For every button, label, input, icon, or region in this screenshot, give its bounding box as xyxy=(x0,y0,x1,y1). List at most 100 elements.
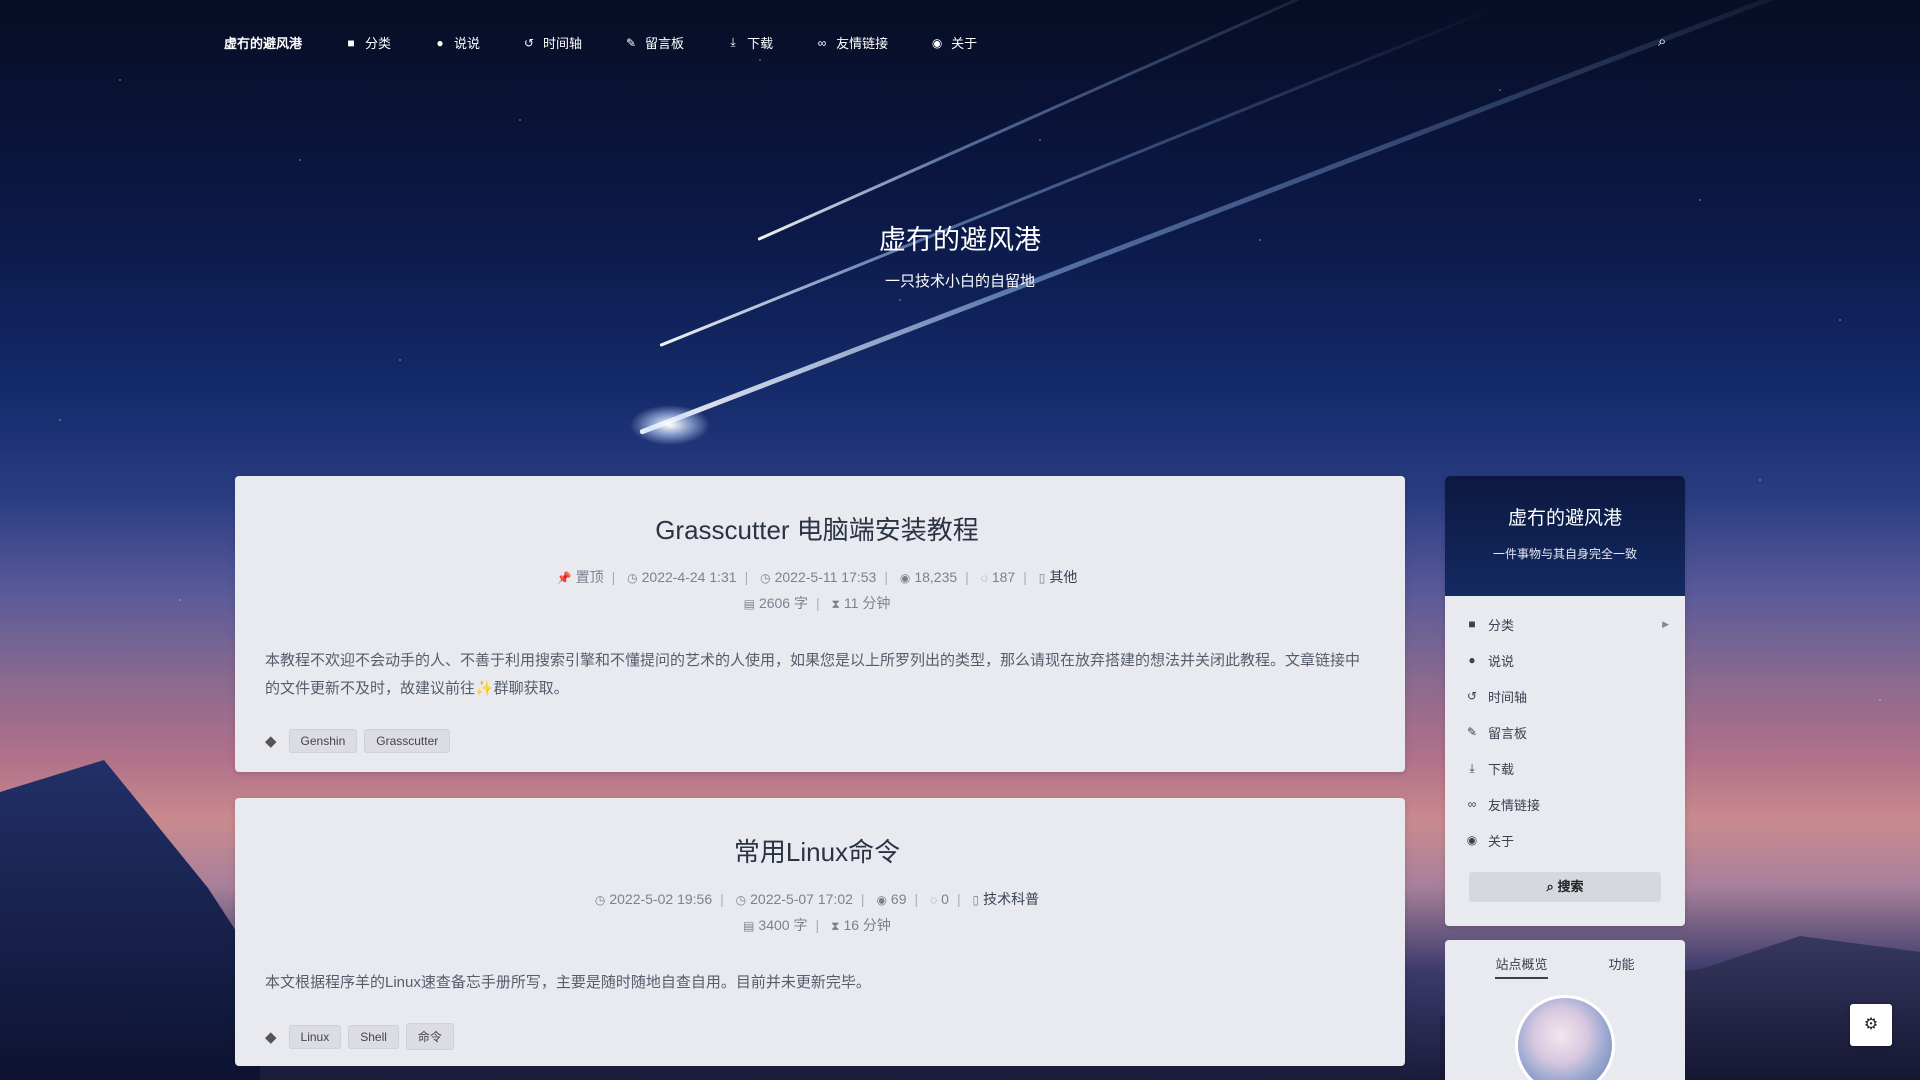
category-link[interactable]: 技术科普 xyxy=(983,887,1039,912)
meta-divider: | xyxy=(914,891,919,907)
post-tags: ◆ Linux Shell 命令 xyxy=(265,1023,1369,1050)
site-brand[interactable]: 虚冇的避风港 xyxy=(224,33,302,52)
clock-icon: ◷ xyxy=(735,893,747,907)
sidebar-item-label: 关于 xyxy=(1488,833,1515,849)
updated-date: 2022-5-11 17:53 xyxy=(774,569,877,585)
meta-divider: | xyxy=(744,569,749,585)
sidebar-menu: ■ 分类 ▶ ● 说说 ↺ 时间轴 ✎ 留言板 ⤓ 下载 ∞ 友情链接 ◉ 关于 xyxy=(1445,596,1685,858)
sidebar-item-label: 留言板 xyxy=(1488,725,1528,741)
sidebar-item-timeline[interactable]: ↺ 时间轴 xyxy=(1445,678,1685,714)
edit-icon: ✎ xyxy=(626,35,637,50)
tag[interactable]: Shell xyxy=(348,1024,399,1049)
pinned-badge: 📌 置顶 xyxy=(557,565,604,591)
nav-item-about[interactable]: ◉ 关于 xyxy=(930,33,977,52)
post-views: ◉ 18,235 xyxy=(900,565,957,591)
hero-subtitle: 一只技术小白的自留地 xyxy=(884,273,1035,290)
pinned-label: 置顶 xyxy=(575,569,604,585)
nav-menu: ■ 分类 ● 说说 ↺ 时间轴 ✎ 留言板 ⤓ 下载 ∞ 友情链接 ◉ 关于 xyxy=(344,33,1019,52)
tags-icon: ◆ xyxy=(265,1028,277,1046)
sidebar-item-label: 友情链接 xyxy=(1488,797,1541,813)
nav-item-label: 时间轴 xyxy=(543,36,583,51)
bookmark-icon: ▯ xyxy=(972,893,980,907)
user-circle-icon: ◉ xyxy=(1466,833,1478,847)
tag[interactable]: Genshin xyxy=(288,729,358,753)
word-count: 3400 字 xyxy=(758,917,808,933)
hourglass-icon: ⧗ xyxy=(831,597,840,611)
hourglass-icon: ⧗ xyxy=(831,919,840,933)
gear-icon[interactable]: ⚙ xyxy=(1850,1004,1892,1046)
meteor-head xyxy=(630,405,710,445)
tag[interactable]: Grasscutter xyxy=(364,729,451,753)
word-count: 2606 字 xyxy=(758,595,808,611)
meta-divider: | xyxy=(611,569,616,585)
nav-item-moments[interactable]: ● 说说 xyxy=(433,33,480,52)
bookmark-icon: ■ xyxy=(347,35,355,50)
meta-divider: | xyxy=(815,595,820,611)
post-category[interactable]: ▯ 其他 xyxy=(1039,565,1078,591)
tag[interactable]: Linux xyxy=(288,1024,342,1049)
tab-site-overview[interactable]: 站点概览 xyxy=(1495,954,1548,979)
comments-icon: ◌ xyxy=(930,893,938,907)
eye-icon: ◉ xyxy=(899,571,911,585)
post-category[interactable]: ▯ 技术科普 xyxy=(973,887,1040,913)
views-count: 18,235 xyxy=(914,569,958,585)
sidebar-item-guestbook[interactable]: ✎ 留言板 xyxy=(1445,714,1685,750)
meta-divider: | xyxy=(956,891,961,907)
sidebar-item-download[interactable]: ⤓ 下载 xyxy=(1445,750,1685,786)
tab-functions[interactable]: 功能 xyxy=(1608,954,1634,979)
link-icon: ∞ xyxy=(817,35,827,50)
tag[interactable]: 命令 xyxy=(405,1023,454,1050)
meta-divider: | xyxy=(884,569,888,585)
nav-item-download[interactable]: ⤓ 下载 xyxy=(726,33,773,52)
sidebar-item-moments[interactable]: ● 说说 xyxy=(1445,642,1685,678)
edit-icon: ✎ xyxy=(1466,725,1478,739)
post-read-time: ⧗ 11 分钟 xyxy=(832,591,891,617)
sidebar-search-button[interactable]: ⌕ 搜索 xyxy=(1469,872,1661,902)
nav-item-guestbook[interactable]: ✎ 留言板 xyxy=(624,33,684,52)
bookmark-icon: ▯ xyxy=(1038,571,1046,585)
nav-item-label: 说说 xyxy=(454,36,481,51)
post-views: ◉ 69 xyxy=(876,887,906,913)
post-updated: ◷ 2022-5-07 17:02 xyxy=(736,887,853,913)
history-icon: ↺ xyxy=(524,35,535,50)
comments-count: 0 xyxy=(941,891,949,907)
post-card: Grasscutter 电脑端安装教程 📌 置顶 | ◷ 2022-4-24 1:31… xyxy=(235,476,1405,772)
clock-icon: ◷ xyxy=(594,893,606,907)
link-icon: ∞ xyxy=(1467,797,1477,811)
nav-item-links[interactable]: ∞ 友情链接 xyxy=(815,33,888,52)
post-meta: ◷ 2022-5-02 19:56 | ◷ 2022-5-07 17:02 | ◉ 69 |… xyxy=(265,887,1369,939)
category-link[interactable]: 其他 xyxy=(1049,565,1077,590)
nav-item-timeline[interactable]: ↺ 时间轴 xyxy=(522,33,582,52)
nav-item-category[interactable]: ■ 分类 xyxy=(344,33,391,52)
sidebar-item-category[interactable]: ■ 分类 ▶ xyxy=(1445,606,1685,642)
post-title[interactable]: Grasscutter 电脑端安装教程 xyxy=(265,510,1369,547)
sidebar-header: 虚冇的避风港 一件事物与其自身完全一致 xyxy=(1445,476,1685,596)
search-icon: ⌕ xyxy=(1546,879,1554,894)
nav-item-label: 分类 xyxy=(365,36,392,51)
post-created: ◷ 2022-5-02 19:56 xyxy=(595,887,712,913)
comments-count: 187 xyxy=(991,569,1016,585)
post-comments: ◌ 0 xyxy=(930,887,949,913)
sidebar-item-label: 下载 xyxy=(1488,761,1515,777)
user-circle-icon: ◉ xyxy=(931,35,943,50)
search-icon[interactable]: ⌕ xyxy=(1658,33,1666,50)
post-read-time: ⧗ 16 分钟 xyxy=(831,913,891,939)
sidebar-item-links[interactable]: ∞ 友情链接 xyxy=(1445,786,1685,822)
chevron-right-icon: ▶ xyxy=(1662,618,1669,629)
created-date: 2022-5-02 19:56 xyxy=(609,891,713,907)
updated-date: 2022-5-07 17:02 xyxy=(750,891,853,907)
hero-title: 虚冇的避风港 xyxy=(879,225,1041,255)
nav-item-label: 留言板 xyxy=(645,36,685,51)
post-card: 常用Linux命令 ◷ 2022-5-02 19:56 | ◷ 2022-5-07 1… xyxy=(235,798,1405,1066)
eye-icon: ◉ xyxy=(876,893,887,907)
clock-icon: ◷ xyxy=(760,571,771,585)
overview-tabs: 站点概览 功能 xyxy=(1445,940,1685,979)
sidebar-item-about[interactable]: ◉ 关于 xyxy=(1445,822,1685,858)
meta-divider: | xyxy=(815,917,820,933)
post-comments: ◌ 187 xyxy=(981,565,1016,591)
post-title[interactable]: 常用Linux命令 xyxy=(265,832,1369,869)
search-button-label: 搜索 xyxy=(1557,879,1584,894)
comments-icon: ◌ xyxy=(980,571,988,585)
avatar xyxy=(1515,995,1615,1080)
meta-divider: | xyxy=(720,891,724,907)
